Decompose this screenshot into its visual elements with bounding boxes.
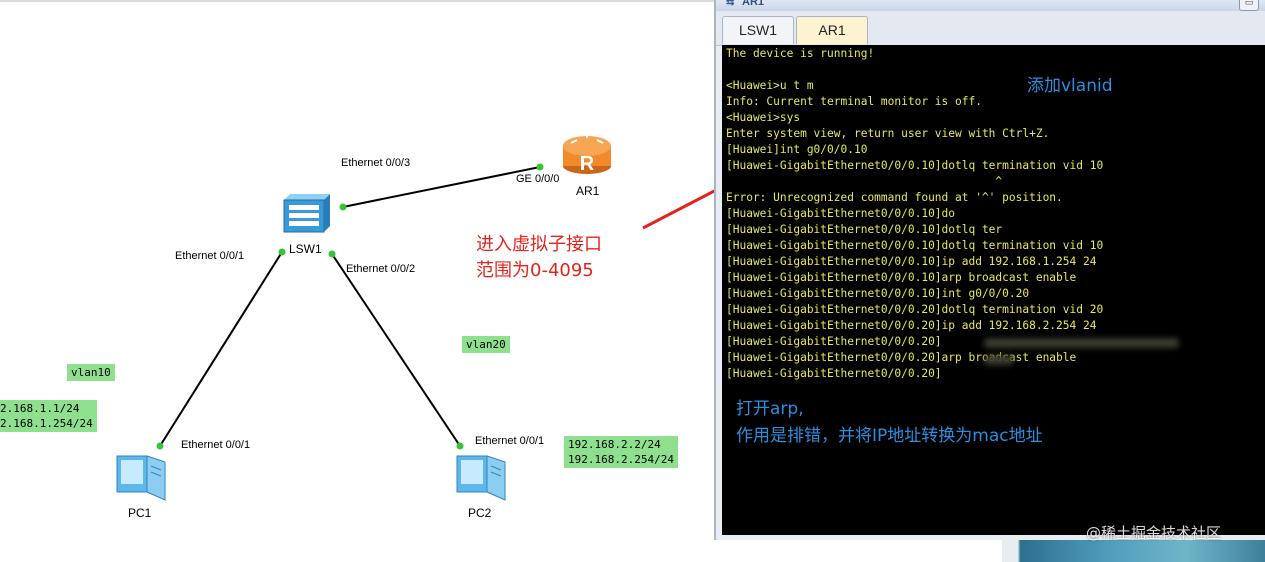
annotation-line: 作用是排错，并将IP地址转换为mac地址 [736,426,1043,446]
annotation-line: 范围为0-4095 [476,260,594,281]
terminal-line: [Huawei-GigabitEthernet0/0/0.10]do [726,207,956,220]
port-label: Ethernet 0/0/1 [475,435,545,447]
subinterface-annotation: 进入虚拟子接口 范围为0-4095 [476,232,602,284]
desktop-wallpaper [1002,540,1265,562]
port-dot [536,163,544,171]
tab-bar: LSW1 AR1 [716,11,1265,46]
annotation-line: 打开arp, [736,399,804,419]
svg-text:R: R [580,153,595,175]
terminal-line: ^ [726,175,1003,188]
port-label: Ethernet 0/0/1 [181,439,251,451]
terminal-line: <Huawei>sys [726,111,801,124]
link-switch-router[interactable] [342,166,541,208]
terminal-output[interactable]: The device is running! <Huawei>u t m Inf… [722,45,1265,535]
port-dot [278,248,286,256]
pc1-gateway: 2.168.1.254/24 [0,417,93,430]
port-dot [156,442,164,450]
redaction-blur [984,355,1014,365]
terminal-line: [Huawei-GigabitEthernet0/0/0.20] [726,335,942,348]
pc2-gateway: 192.168.2.254/24 [568,453,674,466]
port-label: GE 0/0/0 [516,173,560,185]
redaction-blur [984,338,1179,348]
pc1-ip-note: 2.168.1.1/24 2.168.1.254/24 [0,400,97,432]
title-bar[interactable]: ⇆ AR1 ▭ [716,0,1265,11]
terminal-line: [Huawei-GigabitEthernet0/0/0.20]ip add 1… [726,319,1097,332]
link-switch-pc1[interactable] [159,251,283,447]
port-label: Ethernet 0/0/1 [175,250,245,262]
port-label: Ethernet 0/0/2 [346,263,416,275]
vlan10-note: vlan10 [67,364,115,381]
terminal-line: Error: Unrecognized command found at '^'… [726,191,1063,204]
pc2-name: PC2 [468,506,492,520]
terminal-line: [Huawei-GigabitEthernet0/0/0.20] [726,367,942,380]
router-icon[interactable]: R [563,134,611,175]
link-switch-pc2[interactable] [331,253,461,447]
watermark: @稀土掘金技术社区 [1086,524,1222,542]
terminal-line: [Huawei-GigabitEthernet0/0/0.10]ip add 1… [726,255,1097,268]
terminal-line: [Huawei-GigabitEthernet0/0/0.20]dotlq te… [726,303,1104,316]
pc1-ip: 2.168.1.1/24 [0,402,80,415]
annotation-line: 进入虚拟子接口 [476,234,602,255]
arp-annotation: 打开arp, 作用是排错，并将IP地址转换为mac地址 [736,396,1043,450]
terminal-line: [Huawei-GigabitEthernet0/0/0.10]dotlq te… [726,159,1104,172]
terminal-line: [Huawei-GigabitEthernet0/0/0.10]dotlq te… [726,223,1003,236]
terminal-line: [Huawei-GigabitEthernet0/0/0.10]arp broa… [726,271,1077,284]
pc-icon[interactable] [456,455,506,501]
terminal-line: [Huawei-GigabitEthernet0/0/0.10]dotlq te… [726,239,1104,252]
terminal-line: Info: Current terminal monitor is off. [726,95,982,108]
router-name: AR1 [576,184,600,198]
port-dot [339,203,347,211]
window-control-button[interactable]: ▭ [1239,0,1259,11]
terminal-window[interactable]: ⇆ AR1 ▭ LSW1 AR1 The device is running! … [714,0,1265,540]
tab-lsw1[interactable]: LSW1 [722,16,794,44]
terminal-line: The device is running! [726,47,875,60]
vlanid-annotation: 添加vlanid [1027,76,1113,96]
pc-icon[interactable] [116,455,166,501]
window-title: AR1 [742,0,765,8]
pc2-ip-note: 192.168.2.2/24 192.168.2.254/24 [564,436,678,468]
terminal-line: [Huawei-GigabitEthernet0/0/0.10]int g0/0… [726,287,1030,300]
port-dot [328,250,336,258]
port-dot [456,442,464,450]
pc1-name: PC1 [128,506,152,520]
switch-icon[interactable] [283,194,330,233]
terminal-line: [Huawei-GigabitEthernet0/0/0.20]arp broa… [726,351,1077,364]
terminal-line: [Huawei]int g0/0/0.10 [726,143,868,156]
terminal-line: Enter system view, return user view with… [726,127,1050,140]
terminal-line: <Huawei>u t m [726,79,814,92]
tab-ar1[interactable]: AR1 [796,16,868,44]
vlan20-note: vlan20 [462,336,510,353]
port-label: Ethernet 0/0/3 [341,157,411,169]
pc2-ip: 192.168.2.2/24 [568,438,661,451]
switch-name: LSW1 [289,242,322,256]
ensp-app-icon: ⇆ [726,0,735,8]
